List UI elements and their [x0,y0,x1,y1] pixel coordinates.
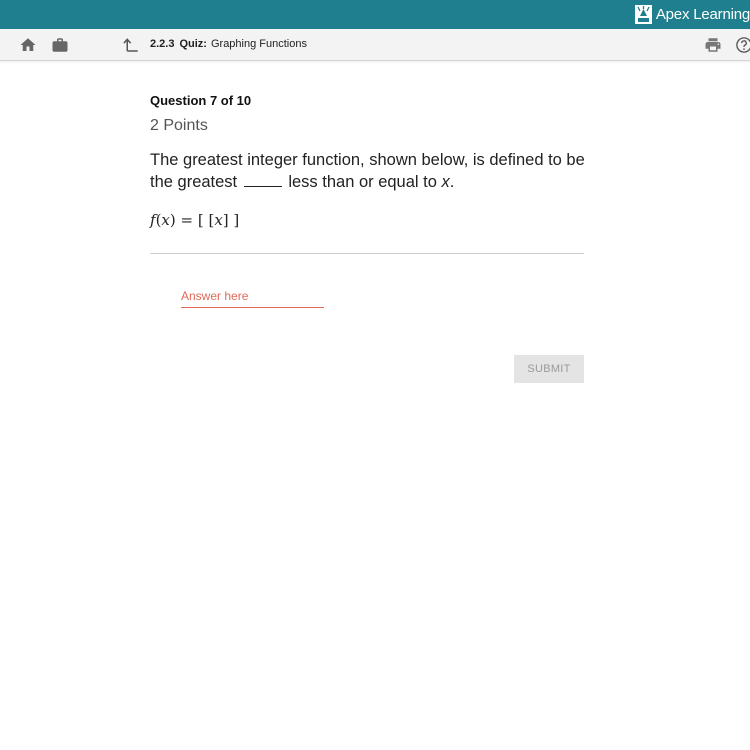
prompt-blank [243,172,282,187]
print-icon[interactable] [704,36,722,54]
formula-end: ] ] [222,211,240,229]
back-arrow-icon[interactable] [122,36,140,54]
breadcrumb-title: Graphing Functions [210,38,307,50]
toolbar: 2.2.3 Quiz: Graphing Functions [0,29,750,61]
brand-name: Apex Learning [655,6,750,23]
formula-x2: x [214,211,223,229]
top-bar: Apex Learning [0,0,750,29]
breadcrumb-number: 2.2.3 [150,38,175,50]
divider [150,253,584,254]
prompt-period: . [449,173,455,191]
question-counter: Question 7 of 10 [150,93,252,108]
brand-logo: Apex Learning [634,4,750,25]
home-icon[interactable] [19,36,37,54]
breadcrumb-type: Quiz: [179,38,207,50]
answer-input[interactable] [181,285,324,308]
question-points: 2 Points [150,117,208,134]
prompt-variable: x [441,173,450,191]
formula-x: x [161,211,170,229]
function-formula: f(x) = [ [x] ] [150,211,239,229]
formula-middle: ) = [ [ [169,211,215,229]
apex-logo-icon [634,5,652,24]
prompt-text-end: less than or equal to [288,173,437,191]
briefcase-icon[interactable] [51,36,69,54]
breadcrumb: 2.2.3 Quiz: Graphing Functions [150,38,307,50]
submit-button[interactable]: SUBMIT [514,355,584,383]
help-icon[interactable] [735,36,750,54]
question-prompt: The greatest integer function, shown bel… [150,149,590,193]
